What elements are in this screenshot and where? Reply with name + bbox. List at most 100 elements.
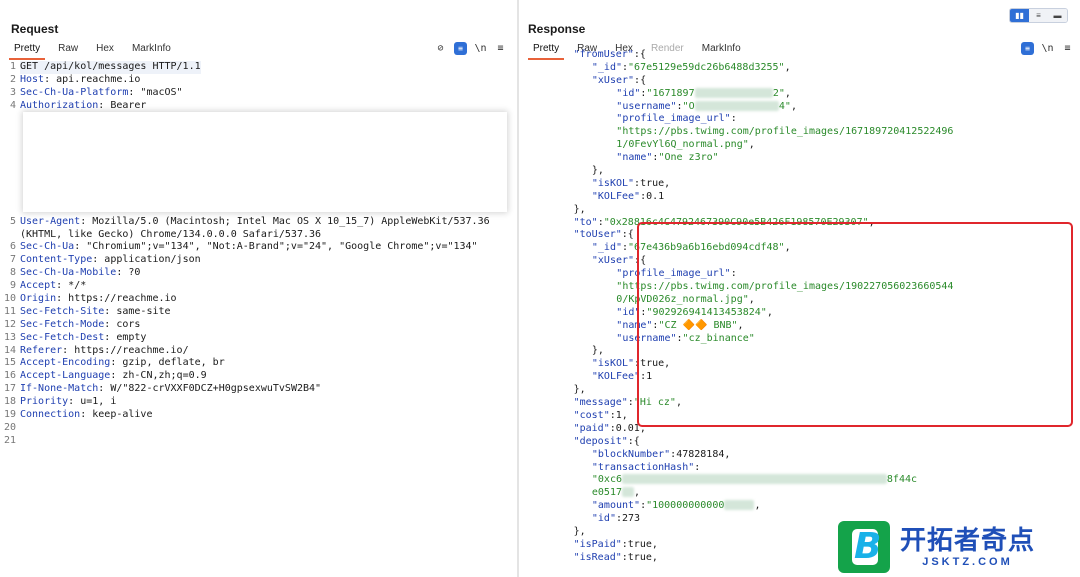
redacted-text: [694, 87, 773, 98]
header-name: Accept-Encoding: [20, 357, 111, 369]
response-line: "0xc6 8f44c: [519, 474, 1080, 487]
request-line: 1 GET /api/kol/messages HTTP/1.1: [0, 61, 517, 74]
response-line: "xUser":{: [519, 75, 1080, 88]
json-punct: ,: [754, 500, 761, 512]
json-key: "KOLFee": [591, 371, 641, 383]
line-number: 11: [3, 305, 16, 317]
header-name: Sec-Ch-Ua: [20, 241, 75, 253]
line-number: 14: [3, 344, 16, 356]
request-line: (KHTML, like Gecko) Chrome/134.0.0.0 Saf…: [0, 229, 517, 242]
response-line: "message":"Hi cz",: [519, 397, 1080, 410]
request-line: 4 Authorization: Bearer: [0, 100, 517, 113]
response-line: "id":"902926941413453824",: [519, 307, 1080, 320]
line-number: [0, 190, 20, 203]
layout-toggle[interactable]: ▮▮ ≡ ▬: [1009, 8, 1068, 23]
json-string: "67e436b9a6b16ebd094cdf48": [628, 242, 785, 254]
line-content: Referer: https://reachme.io/: [20, 344, 189, 356]
line-content: GET /api/kol/messages HTTP/1.1: [20, 61, 201, 74]
watermark-logo-icon: B: [838, 520, 890, 573]
header-name: Authorization: [20, 99, 99, 111]
response-line: "username":"cz_binance": [519, 333, 1080, 346]
json-key: "id": [591, 513, 616, 525]
header-value: same-site: [116, 305, 171, 317]
response-line: "to":"0x28816c4C4792467390C90e5B426F1985…: [519, 217, 1080, 230]
header-value: ?0: [128, 267, 141, 279]
request-line: 20: [0, 422, 517, 435]
json-key: "id": [616, 87, 641, 99]
request-tab-pretty[interactable]: Pretty: [5, 42, 49, 61]
line-text: (KHTML, like Gecko) Chrome/134.0.0.0 Saf…: [20, 228, 322, 240]
response-line: "isKOL":true,: [519, 358, 1080, 371]
json-string: e0517: [591, 487, 622, 499]
json-string: "67e5129e59dc26b6488d3255": [628, 61, 785, 73]
layout-single-icon[interactable]: ▬: [1048, 9, 1067, 22]
response-line: "KOLFee":0.1: [519, 191, 1080, 204]
response-line: 1/0FevYl6Q_normal.png",: [519, 139, 1080, 152]
json-punct: :: [730, 113, 737, 125]
line-content: Connection: keep-alive: [20, 409, 153, 421]
redacted-text: [694, 100, 779, 111]
json-key: "profile_image_url": [616, 268, 731, 280]
response-line: },: [519, 384, 1080, 397]
json-key: "fromUser": [573, 49, 634, 60]
response-editor[interactable]: "fromUser" :{ "_id": "67e5129e59dc26b6488d3…: [519, 49, 1080, 565]
json-punct: ,: [634, 487, 641, 499]
response-line: "name":"One z3ro": [519, 152, 1080, 165]
response-line: 0/KpVD026z_normal.jpg",: [519, 294, 1080, 307]
line-number: 19: [3, 409, 16, 421]
header-name: Connection: [20, 409, 81, 421]
line-number: 12: [3, 318, 16, 330]
json-string: "O: [682, 100, 695, 112]
line-number: [0, 113, 20, 126]
line-number: 3: [9, 86, 16, 98]
request-line: 6 Sec-Ch-Ua: "Chromium";v="134", "Not:A-B…: [0, 241, 517, 254]
json-punct: },: [591, 165, 604, 177]
json-punct: :true,: [621, 538, 658, 550]
layout-side-by-side-icon[interactable]: ▮▮: [1010, 9, 1029, 22]
json-string: "One z3ro": [658, 152, 719, 164]
json-key: "_id": [591, 61, 622, 73]
layout-stacked-icon[interactable]: ≡: [1029, 9, 1048, 22]
json-key: "to": [573, 216, 598, 228]
hide-eye-icon[interactable]: ⊘: [434, 42, 447, 55]
line-number: 6: [9, 241, 16, 253]
request-tab-raw[interactable]: Raw: [49, 42, 87, 61]
line-content: Sec-Ch-Ua-Mobile: ?0: [20, 267, 141, 279]
request-line: 21: [0, 435, 517, 448]
line-number: [0, 125, 20, 138]
menu-icon[interactable]: ≡: [494, 42, 507, 55]
watermark: B 开拓者奇点 JSKTZ.COM: [838, 518, 1076, 575]
line-number: 9: [9, 280, 16, 292]
redacted-authorization-panel: [23, 112, 507, 212]
json-key: "name": [616, 152, 653, 164]
json-key: "message": [573, 397, 628, 409]
json-punct: :{: [621, 229, 634, 241]
json-string: "CZ 🔶🔶 BNB": [658, 319, 738, 331]
line-content: Sec-Fetch-Mode: cors: [20, 318, 141, 330]
request-tab-markinfo[interactable]: MarkInfo: [123, 42, 180, 61]
json-punct: :1,: [609, 409, 628, 421]
watermark-title: 开拓者奇点: [900, 525, 1036, 556]
json-punct: ,: [784, 87, 791, 99]
header-name: Origin: [20, 293, 57, 305]
header-name: Host: [20, 73, 45, 85]
line-content: (KHTML, like Gecko) Chrome/134.0.0.0 Saf…: [20, 229, 321, 242]
line-content: Host: api.reachme.io: [20, 73, 141, 85]
newline-toggle-icon[interactable]: \n: [474, 42, 487, 55]
json-string: 2": [772, 87, 785, 99]
json-punct: ,: [784, 61, 791, 73]
json-punct: :: [694, 461, 701, 473]
json-key: "isPaid": [573, 538, 622, 550]
line-number: 18: [3, 396, 16, 408]
request-tab-hex[interactable]: Hex: [87, 42, 123, 61]
header-name: Content-Type: [20, 254, 93, 266]
json-string: "https://pbs.twimg.com/profile_images/19…: [616, 281, 954, 293]
json-string: 0/KpVD026z_normal.jpg": [616, 293, 749, 305]
pretty-format-icon[interactable]: ≡: [454, 42, 467, 55]
response-line: "blockNumber":47828184,: [519, 449, 1080, 462]
request-line: 13 Sec-Fetch-Dest: empty: [0, 332, 517, 345]
response-line: "transactionHash":: [519, 462, 1080, 475]
json-string: "0xc6: [591, 474, 622, 486]
request-line: 16 Accept-Language: zh-CN,zh;q=0.9: [0, 370, 517, 383]
response-pane: ▮▮ ≡ ▬ Response Pretty Raw Hex Render MarkIn…: [519, 0, 1080, 577]
